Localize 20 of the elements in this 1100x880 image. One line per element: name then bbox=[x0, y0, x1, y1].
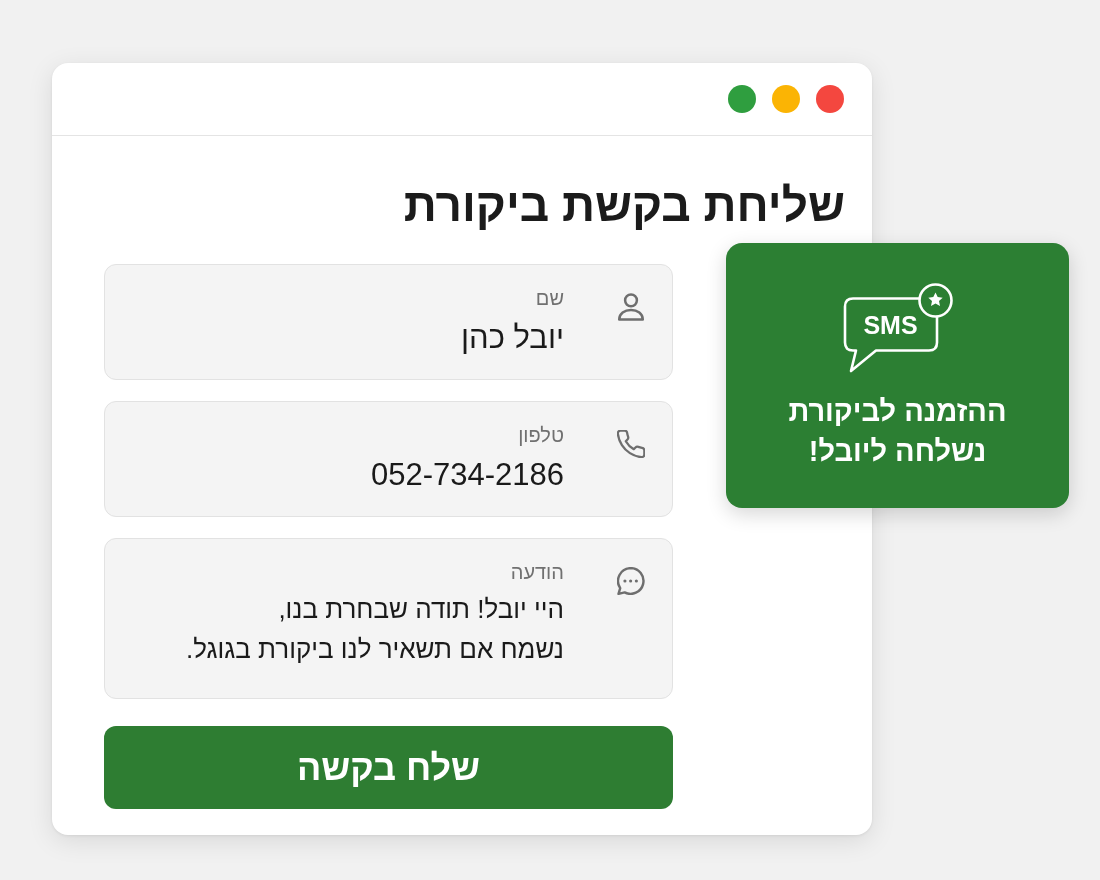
send-request-button[interactable]: שלח בקשה bbox=[104, 726, 673, 809]
form-title: שליחת בקשת ביקורת bbox=[402, 180, 845, 230]
message-field[interactable]: הודעה היי יובל! תודה שבחרת בנו, נשמח אם תשאיר לנו ביקורת בגוגל. bbox=[104, 538, 673, 699]
name-field[interactable]: שם יובל כהן bbox=[104, 264, 673, 380]
chat-bubble-icon bbox=[617, 567, 645, 595]
field-label: טלפון bbox=[518, 423, 564, 447]
field-value: יובל כהן bbox=[460, 320, 564, 356]
notification-text: ההזמנה לביקורת נשלחה ליובל! bbox=[787, 394, 1008, 469]
message-text: היי יובל! תודה שבחרת בנו, נשמח אם תשאיר לנו ביקורת בגוגל. bbox=[186, 593, 564, 666]
field-label: הודעה bbox=[510, 560, 564, 584]
sms-text: SMS bbox=[863, 312, 918, 338]
person-icon bbox=[617, 293, 645, 321]
field-label: שם bbox=[535, 286, 564, 310]
speech-bubble-icon bbox=[842, 297, 939, 373]
field-value: 052-734-2186 bbox=[370, 457, 564, 493]
window-control-button[interactable] bbox=[772, 85, 800, 113]
phone-icon bbox=[617, 430, 645, 458]
window-control-button[interactable] bbox=[816, 85, 844, 113]
window-control-button[interactable] bbox=[728, 85, 756, 113]
star-badge-icon bbox=[917, 283, 953, 318]
